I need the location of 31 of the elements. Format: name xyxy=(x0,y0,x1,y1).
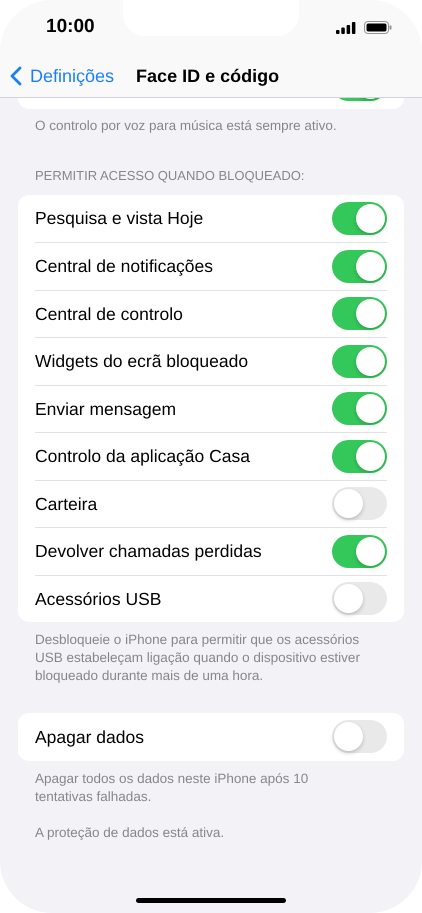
toggle-switch[interactable] xyxy=(332,582,387,616)
row-label: Carteira xyxy=(35,492,98,516)
back-chevron-icon xyxy=(10,66,22,86)
row-label: Central de controlo xyxy=(35,302,183,326)
toggle-switch[interactable] xyxy=(332,534,387,568)
row-label: Devolver chamadas perdidas xyxy=(35,540,262,564)
back-button[interactable]: Definições xyxy=(10,62,114,90)
row-label: Controlo da aplicação Casa xyxy=(35,445,250,468)
toggle-switch[interactable] xyxy=(332,297,387,330)
footer-note: Desbloqueie o iPhone para permitir que os acessórios USB estabeleçam ligação quando o dispositivo estiver bloqueado durante mais de uma hora. xyxy=(35,631,361,685)
row-label: Enviar mensagem xyxy=(35,398,176,421)
footer-note: O controlo por voz para música está sempre ativo. xyxy=(35,117,338,135)
status-time: 10:00 xyxy=(46,15,95,40)
toggle-switch[interactable] xyxy=(332,720,387,754)
row-label: Acessórios USB xyxy=(35,588,162,611)
toggle-switch[interactable] xyxy=(332,250,387,283)
section-header: PERMITIR ACESSO QUANDO BLOQUEADO: xyxy=(35,167,306,185)
toggle-switch[interactable] xyxy=(332,487,387,520)
toggle-switch[interactable] xyxy=(332,392,387,426)
footer-note: A proteção de dados está ativa. xyxy=(35,824,226,842)
toggle-switch[interactable] xyxy=(332,344,387,378)
row-label: Central de notificações xyxy=(35,255,214,278)
battery-icon xyxy=(364,21,392,34)
footer-note: Apagar todos os dados neste iPhone após 10 tentativas falhadas. xyxy=(35,770,310,806)
toggle-switch[interactable] xyxy=(332,440,387,473)
row-label: Widgets do ecrã bloqueado xyxy=(35,350,248,374)
row-label: Apagar dados xyxy=(35,726,144,749)
toggle-switch[interactable] xyxy=(332,202,387,235)
row-label: Pesquisa e vista Hoje xyxy=(35,207,204,230)
screen-title: Face ID e código xyxy=(136,64,280,88)
signal-icon xyxy=(336,22,356,34)
